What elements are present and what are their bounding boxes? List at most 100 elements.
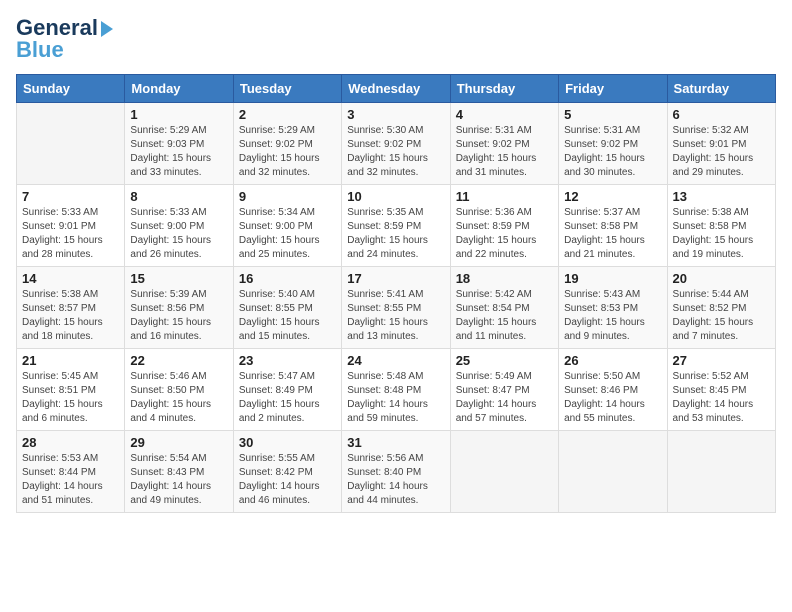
day-number: 6 xyxy=(673,107,770,122)
header-cell-sunday: Sunday xyxy=(17,75,125,103)
day-info: Sunrise: 5:55 AM Sunset: 8:42 PM Dayligh… xyxy=(239,452,336,508)
day-number: 26 xyxy=(564,353,661,368)
logo: General Blue xyxy=(16,16,113,62)
day-info: Sunrise: 5:31 AM Sunset: 9:02 PM Dayligh… xyxy=(456,124,553,180)
calendar-cell xyxy=(667,431,775,513)
day-info: Sunrise: 5:40 AM Sunset: 8:55 PM Dayligh… xyxy=(239,288,336,344)
day-info: Sunrise: 5:53 AM Sunset: 8:44 PM Dayligh… xyxy=(22,452,119,508)
calendar-cell: 28 Sunrise: 5:53 AM Sunset: 8:44 PM Dayli… xyxy=(17,431,125,513)
calendar-cell: 8 Sunrise: 5:33 AM Sunset: 9:00 PM Daylig… xyxy=(125,185,233,267)
day-info: Sunrise: 5:44 AM Sunset: 8:52 PM Dayligh… xyxy=(673,288,770,344)
day-number: 22 xyxy=(130,353,227,368)
day-number: 7 xyxy=(22,189,119,204)
header-cell-friday: Friday xyxy=(559,75,667,103)
calendar-cell: 18 Sunrise: 5:42 AM Sunset: 8:54 PM Dayli… xyxy=(450,267,558,349)
calendar-cell xyxy=(450,431,558,513)
header-row: SundayMondayTuesdayWednesdayThursdayFrid… xyxy=(17,75,776,103)
day-number: 23 xyxy=(239,353,336,368)
day-number: 9 xyxy=(239,189,336,204)
week-row-2: 14Sunrise: 5:38 AM Sunset: 8:57 PM Dayli… xyxy=(17,267,776,349)
calendar-cell: 17Sunrise: 5:41 AM Sunset: 8:55 PM Dayli… xyxy=(342,267,450,349)
day-number: 18 xyxy=(456,271,553,286)
calendar-cell xyxy=(17,103,125,185)
calendar-body: 1Sunrise: 5:29 AM Sunset: 9:03 PM Daylig… xyxy=(17,103,776,513)
day-number: 24 xyxy=(347,353,444,368)
day-info: Sunrise: 5:45 AM Sunset: 8:51 PM Dayligh… xyxy=(22,370,119,426)
day-number: 25 xyxy=(456,353,553,368)
calendar-cell: 3Sunrise: 5:30 AM Sunset: 9:02 PM Daylig… xyxy=(342,103,450,185)
day-info: Sunrise: 5:38 AM Sunset: 8:57 PM Dayligh… xyxy=(22,288,119,344)
calendar-table: SundayMondayTuesdayWednesdayThursdayFrid… xyxy=(16,74,776,513)
week-row-3: 21Sunrise: 5:45 AM Sunset: 8:51 PM Dayli… xyxy=(17,349,776,431)
day-info: Sunrise: 5:49 AM Sunset: 8:47 PM Dayligh… xyxy=(456,370,553,426)
calendar-cell: 16 Sunrise: 5:40 AM Sunset: 8:55 PM Dayli… xyxy=(233,267,341,349)
day-info: Sunrise: 5:43 AM Sunset: 8:53 PM Dayligh… xyxy=(564,288,661,344)
day-number: 1 xyxy=(130,107,227,122)
calendar-cell: 26 Sunrise: 5:50 AM Sunset: 8:46 PM Dayli… xyxy=(559,349,667,431)
calendar-cell: 19 Sunrise: 5:43 AM Sunset: 8:53 PM Dayli… xyxy=(559,267,667,349)
day-number: 8 xyxy=(130,189,227,204)
day-number: 15 xyxy=(130,271,227,286)
logo-text-blue: Blue xyxy=(16,38,64,62)
calendar-cell: 31 Sunrise: 5:56 AM Sunset: 8:40 PM Dayli… xyxy=(342,431,450,513)
calendar-cell: 5 Sunrise: 5:31 AM Sunset: 9:02 PM Daylig… xyxy=(559,103,667,185)
day-info: Sunrise: 5:47 AM Sunset: 8:49 PM Dayligh… xyxy=(239,370,336,426)
day-info: Sunrise: 5:32 AM Sunset: 9:01 PM Dayligh… xyxy=(673,124,770,180)
day-number: 17 xyxy=(347,271,444,286)
calendar-cell: 30 Sunrise: 5:55 AM Sunset: 8:42 PM Dayli… xyxy=(233,431,341,513)
day-info: Sunrise: 5:34 AM Sunset: 9:00 PM Dayligh… xyxy=(239,206,336,262)
day-number: 30 xyxy=(239,435,336,450)
day-number: 5 xyxy=(564,107,661,122)
calendar-cell: 11 Sunrise: 5:36 AM Sunset: 8:59 PM Dayli… xyxy=(450,185,558,267)
day-info: Sunrise: 5:42 AM Sunset: 8:54 PM Dayligh… xyxy=(456,288,553,344)
day-number: 10 xyxy=(347,189,444,204)
header-cell-wednesday: Wednesday xyxy=(342,75,450,103)
calendar-cell: 9 Sunrise: 5:34 AM Sunset: 9:00 PM Daylig… xyxy=(233,185,341,267)
day-info: Sunrise: 5:33 AM Sunset: 9:01 PM Dayligh… xyxy=(22,206,119,262)
day-info: Sunrise: 5:56 AM Sunset: 8:40 PM Dayligh… xyxy=(347,452,444,508)
day-info: Sunrise: 5:39 AM Sunset: 8:56 PM Dayligh… xyxy=(130,288,227,344)
day-number: 19 xyxy=(564,271,661,286)
day-number: 3 xyxy=(347,107,444,122)
day-number: 28 xyxy=(22,435,119,450)
day-number: 13 xyxy=(673,189,770,204)
day-info: Sunrise: 5:46 AM Sunset: 8:50 PM Dayligh… xyxy=(130,370,227,426)
day-number: 29 xyxy=(130,435,227,450)
day-info: Sunrise: 5:36 AM Sunset: 8:59 PM Dayligh… xyxy=(456,206,553,262)
calendar-cell: 6 Sunrise: 5:32 AM Sunset: 9:01 PM Daylig… xyxy=(667,103,775,185)
calendar-cell: 29 Sunrise: 5:54 AM Sunset: 8:43 PM Dayli… xyxy=(125,431,233,513)
header-cell-saturday: Saturday xyxy=(667,75,775,103)
day-info: Sunrise: 5:50 AM Sunset: 8:46 PM Dayligh… xyxy=(564,370,661,426)
day-number: 16 xyxy=(239,271,336,286)
calendar-cell: 22 Sunrise: 5:46 AM Sunset: 8:50 PM Dayli… xyxy=(125,349,233,431)
calendar-cell: 21Sunrise: 5:45 AM Sunset: 8:51 PM Dayli… xyxy=(17,349,125,431)
day-number: 11 xyxy=(456,189,553,204)
header-cell-thursday: Thursday xyxy=(450,75,558,103)
day-info: Sunrise: 5:48 AM Sunset: 8:48 PM Dayligh… xyxy=(347,370,444,426)
calendar-cell: 4 Sunrise: 5:31 AM Sunset: 9:02 PM Daylig… xyxy=(450,103,558,185)
day-number: 31 xyxy=(347,435,444,450)
page-header: General Blue xyxy=(16,16,776,62)
day-info: Sunrise: 5:38 AM Sunset: 8:58 PM Dayligh… xyxy=(673,206,770,262)
day-info: Sunrise: 5:33 AM Sunset: 9:00 PM Dayligh… xyxy=(130,206,227,262)
header-cell-monday: Monday xyxy=(125,75,233,103)
day-info: Sunrise: 5:54 AM Sunset: 8:43 PM Dayligh… xyxy=(130,452,227,508)
day-info: Sunrise: 5:31 AM Sunset: 9:02 PM Dayligh… xyxy=(564,124,661,180)
calendar-cell: 24 Sunrise: 5:48 AM Sunset: 8:48 PM Dayli… xyxy=(342,349,450,431)
day-number: 12 xyxy=(564,189,661,204)
calendar-cell: 14Sunrise: 5:38 AM Sunset: 8:57 PM Dayli… xyxy=(17,267,125,349)
calendar-cell: 15 Sunrise: 5:39 AM Sunset: 8:56 PM Dayli… xyxy=(125,267,233,349)
calendar-cell xyxy=(559,431,667,513)
calendar-cell: 12Sunrise: 5:37 AM Sunset: 8:58 PM Dayli… xyxy=(559,185,667,267)
calendar-header: SundayMondayTuesdayWednesdayThursdayFrid… xyxy=(17,75,776,103)
calendar-cell: 7 Sunrise: 5:33 AM Sunset: 9:01 PM Daylig… xyxy=(17,185,125,267)
calendar-cell: 10Sunrise: 5:35 AM Sunset: 8:59 PM Dayli… xyxy=(342,185,450,267)
calendar-cell: 20 Sunrise: 5:44 AM Sunset: 8:52 PM Dayli… xyxy=(667,267,775,349)
calendar-cell: 27Sunrise: 5:52 AM Sunset: 8:45 PM Dayli… xyxy=(667,349,775,431)
header-cell-tuesday: Tuesday xyxy=(233,75,341,103)
calendar-cell: 13 Sunrise: 5:38 AM Sunset: 8:58 PM Dayli… xyxy=(667,185,775,267)
week-row-4: 28 Sunrise: 5:53 AM Sunset: 8:44 PM Dayli… xyxy=(17,431,776,513)
day-number: 4 xyxy=(456,107,553,122)
week-row-0: 1Sunrise: 5:29 AM Sunset: 9:03 PM Daylig… xyxy=(17,103,776,185)
day-number: 20 xyxy=(673,271,770,286)
